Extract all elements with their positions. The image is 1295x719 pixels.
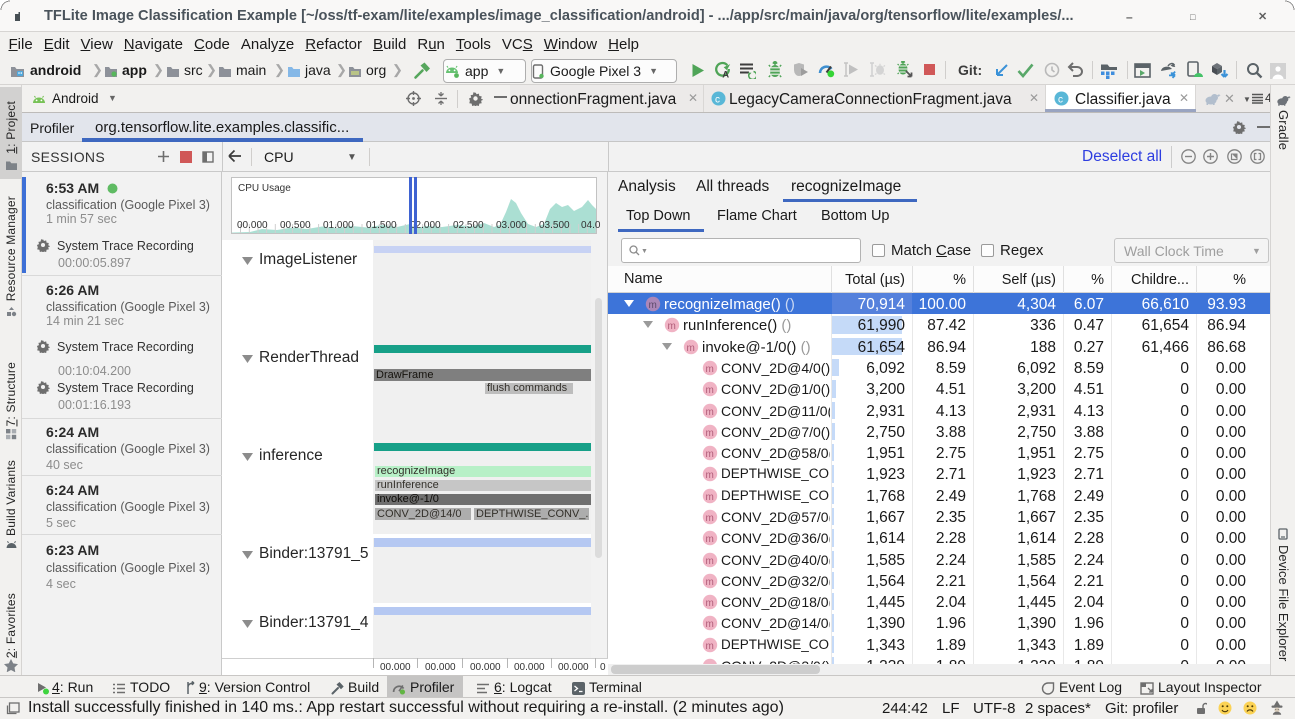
- svg-text:A: A: [722, 70, 729, 80]
- svg-text:m: m: [649, 300, 657, 311]
- svg-text:m: m: [706, 449, 714, 460]
- svg-text:m: m: [706, 364, 714, 375]
- svg-text:c: c: [715, 95, 720, 106]
- svg-text:m: m: [706, 619, 714, 630]
- svg-text:m: m: [706, 428, 714, 439]
- svg-text:m: m: [706, 513, 714, 524]
- svg-text:m: m: [706, 577, 714, 588]
- svg-text:m: m: [706, 556, 714, 567]
- svg-text:m: m: [706, 534, 714, 545]
- svg-text:m: m: [668, 321, 676, 332]
- svg-text:m: m: [687, 343, 695, 354]
- svg-text:m: m: [706, 492, 714, 503]
- svg-text:m: m: [706, 385, 714, 396]
- svg-text:c: c: [1058, 95, 1063, 106]
- svg-text:m: m: [706, 598, 714, 609]
- svg-text:m: m: [706, 407, 714, 418]
- svg-text:m: m: [706, 641, 714, 652]
- svg-text:m: m: [706, 470, 714, 481]
